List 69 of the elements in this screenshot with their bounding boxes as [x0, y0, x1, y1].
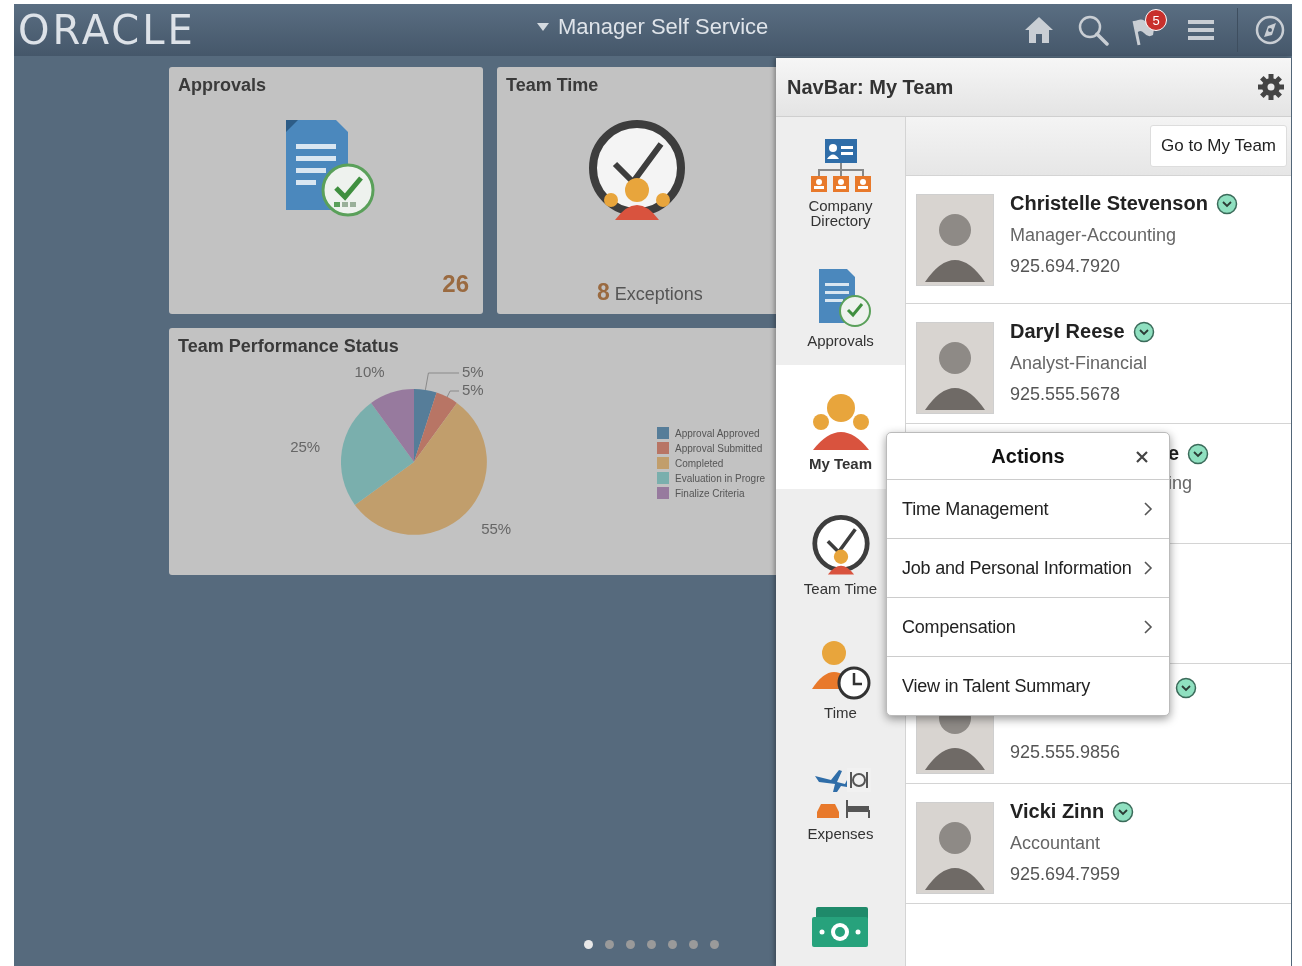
- slice-label: 10%: [354, 362, 385, 380]
- legend-label: Approval Approved: [675, 427, 760, 439]
- go-to-my-team-button[interactable]: Go to My Team: [1150, 125, 1287, 167]
- legend-label: Finalize Criteria: [675, 487, 745, 499]
- manager-self-service-dropdown[interactable]: Manager Self Service: [536, 14, 769, 40]
- chevron-down-icon[interactable]: [1132, 320, 1155, 343]
- legend-swatch: [657, 442, 669, 454]
- phone-number: 925.694.7959: [1010, 864, 1122, 885]
- chevron-down-icon[interactable]: [1112, 800, 1135, 823]
- menu-item[interactable]: Job and Personal Information: [887, 539, 1169, 598]
- navbar-item[interactable]: Company Directory: [776, 117, 905, 241]
- clock-with-person-icon: [809, 514, 872, 577]
- navbar-item[interactable]: My Team: [776, 365, 905, 489]
- approvals-tile[interactable]: Approvals 26: [169, 67, 483, 314]
- phone-number: 925.555.5678: [1010, 384, 1122, 405]
- tile-title: Approvals: [178, 75, 267, 96]
- navbar-item[interactable]: Expenses: [776, 737, 905, 861]
- legend-swatch: [657, 472, 669, 484]
- close-icon[interactable]: [1135, 450, 1149, 464]
- menu-item[interactable]: Time Management: [887, 480, 1169, 539]
- page-dot[interactable]: [689, 940, 698, 949]
- legend-swatch: [657, 487, 669, 499]
- page-dot[interactable]: [605, 940, 614, 949]
- slice-label: 55%: [481, 520, 512, 538]
- exceptions-count: 8 Exceptions: [597, 279, 703, 306]
- person-name[interactable]: Christelle Stevenson: [1010, 192, 1208, 215]
- legend-swatch: [657, 457, 669, 469]
- compass-icon[interactable]: [1254, 14, 1286, 46]
- tile-title: Team Performance Status: [178, 336, 399, 357]
- notification-count: 5: [1145, 9, 1167, 31]
- person-name[interactable]: Daryl Reese: [1010, 320, 1125, 343]
- page-dot[interactable]: [626, 940, 635, 949]
- slice-label: 25%: [290, 438, 321, 456]
- chevron-down-icon[interactable]: [1215, 192, 1238, 215]
- menu-icon[interactable]: [1187, 18, 1215, 42]
- caret-icon: [536, 22, 550, 32]
- page-dot[interactable]: [647, 940, 656, 949]
- page-dot[interactable]: [668, 940, 677, 949]
- legend-swatch: [657, 427, 669, 439]
- popup-title: Actions: [991, 444, 1065, 468]
- oracle-logo: ORACLE: [18, 10, 196, 50]
- slice-label: 5%: [462, 363, 484, 380]
- navbar-item[interactable]: Approvals: [776, 241, 905, 365]
- tile-title: Team Time: [506, 75, 599, 96]
- person-with-clock-icon: [809, 638, 872, 701]
- search-icon[interactable]: [1077, 14, 1109, 46]
- phone-number: 925.555.9856: [1010, 742, 1121, 763]
- page-dot[interactable]: [710, 940, 719, 949]
- panel-title: NavBar: My Team: [787, 75, 954, 99]
- legend-label: Completed: [675, 457, 724, 469]
- org-chart-icon: [808, 138, 873, 194]
- person-name[interactable]: Vicki Zinn: [1010, 800, 1105, 823]
- legend-label: Evaluation in Progre: [675, 472, 766, 484]
- page-dot[interactable]: [584, 940, 593, 949]
- team-time-tile[interactable]: Team Time 8 Exceptions: [497, 67, 776, 314]
- chevron-down-icon[interactable]: [1187, 442, 1210, 465]
- menu-item[interactable]: View in Talent Summary: [887, 657, 1169, 715]
- phone-number: 925.694.7920: [1010, 256, 1122, 277]
- job-title: Manager-Accounting: [1010, 225, 1178, 246]
- approvals-count: 26: [442, 270, 469, 298]
- home-icon[interactable]: [1023, 15, 1055, 45]
- team-performance-tile[interactable]: Team Performance Status 5% 5% 55% 25% 10% Approval Approved Approval Submitted Completed Evaluation in Progre Finalize Criteria: [169, 328, 776, 575]
- job-title: Accountant: [1010, 833, 1102, 854]
- legend-label: Approval Submitted: [675, 442, 763, 454]
- job-title: Analyst-Financial: [1010, 353, 1149, 374]
- menu-item[interactable]: Compensation: [887, 598, 1169, 657]
- settings-icon[interactable]: [1257, 73, 1285, 101]
- chevron-down-icon[interactable]: [1175, 677, 1197, 699]
- slice-label: 5%: [462, 381, 484, 398]
